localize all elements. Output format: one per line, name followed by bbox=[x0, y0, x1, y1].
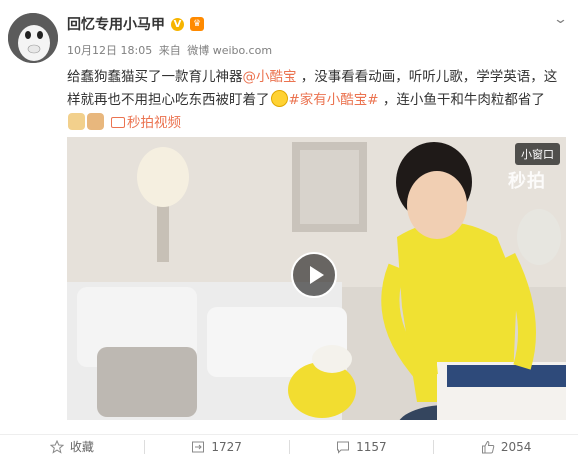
star-icon bbox=[49, 439, 64, 454]
video-link[interactable]: 秒拍视频 bbox=[105, 115, 181, 131]
like-count: 2054 bbox=[500, 439, 532, 454]
avatar-image bbox=[8, 13, 58, 63]
video-link-label: 秒拍视频 bbox=[127, 115, 181, 131]
post-text-part1: 给蠢狗蠢猫买了一款育儿神器 bbox=[67, 69, 243, 85]
post-text-part3: ，连小鱼干和牛肉粒都省了 bbox=[378, 92, 545, 108]
comment-button[interactable]: 1157 bbox=[290, 440, 434, 454]
author-row: 回忆专用小马甲 V ♛ bbox=[67, 14, 204, 34]
smile-emoji-icon bbox=[270, 90, 288, 107]
repost-button[interactable]: 1727 bbox=[145, 440, 289, 454]
repost-icon bbox=[192, 441, 205, 452]
favorite-label: 收藏 bbox=[69, 440, 94, 454]
play-icon[interactable] bbox=[291, 252, 337, 298]
favorite-button[interactable]: 收藏 bbox=[0, 438, 144, 455]
cat-emoji-icon bbox=[87, 113, 104, 130]
member-icon[interactable]: ♛ bbox=[190, 17, 204, 31]
video-player[interactable]: 秒拍 小窗口 bbox=[67, 137, 566, 420]
doge-emoji-icon bbox=[68, 113, 85, 130]
mini-window-button[interactable]: 小窗口 bbox=[515, 143, 560, 165]
post-source[interactable]: 微博 weibo.com bbox=[187, 44, 272, 57]
verified-icon: V bbox=[171, 17, 184, 31]
chevron-down-icon[interactable]: ⌄ bbox=[553, 12, 568, 27]
author-name[interactable]: 回忆专用小马甲 bbox=[67, 14, 165, 34]
comment-icon bbox=[337, 441, 350, 454]
repost-count: 1727 bbox=[211, 439, 242, 454]
source-prefix: 来自 bbox=[158, 44, 181, 57]
avatar[interactable] bbox=[8, 13, 58, 63]
like-icon bbox=[481, 440, 495, 453]
post-date[interactable]: 10月12日 18:05 bbox=[67, 44, 152, 57]
mention-link[interactable]: @小酷宝 bbox=[243, 69, 297, 85]
like-button[interactable]: 2054 bbox=[434, 440, 578, 454]
action-bar: 收藏 1727 1157 2054 bbox=[0, 434, 578, 458]
comment-count: 1157 bbox=[356, 439, 387, 454]
post-text: 给蠢狗蠢猫买了一款育儿神器@小酷宝 ，没事看看动画，听听儿歌，学学英语，这样就再… bbox=[67, 66, 562, 135]
post-meta: 10月12日 18:05 来自 微博 weibo.com bbox=[67, 42, 275, 58]
video-watermark: 秒拍 bbox=[508, 171, 546, 192]
hashtag-link[interactable]: #家有小酷宝# bbox=[289, 92, 379, 108]
video-icon bbox=[111, 117, 125, 128]
